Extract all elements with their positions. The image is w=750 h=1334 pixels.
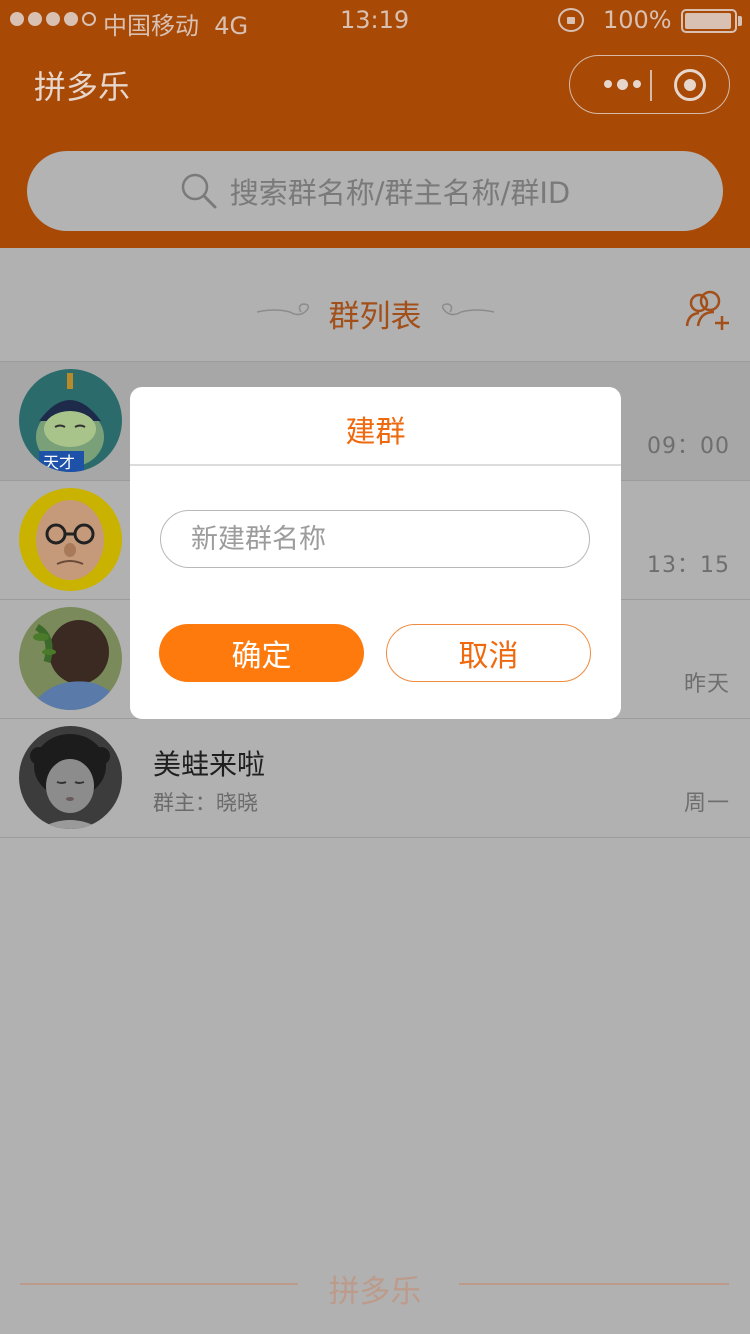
dialog-title: 建群 <box>345 415 406 450</box>
app-header: 中国移动 4G 13:19 100% 拼多乐 搜索群名称/群主名称/群ID <box>0 0 750 248</box>
group-time: 昨天 <box>683 672 730 697</box>
status-bar: 中国移动 4G 13:19 100% <box>0 0 750 40</box>
search-input[interactable]: 搜索群名称/群主名称/群ID <box>27 151 723 231</box>
list-item[interactable]: 美蛙来啦 群主：晓晓 周一 <box>0 719 750 838</box>
clock: 13:19 <box>340 6 410 34</box>
search-icon <box>181 173 217 209</box>
flourish-right-icon <box>441 303 495 316</box>
carrier-label: 中国移动 4G <box>103 12 249 40</box>
confirm-button[interactable]: 确定 <box>159 624 364 682</box>
footer-brand: 拼多乐 <box>328 1274 422 1310</box>
signal-strength-icon <box>10 12 96 26</box>
group-time: 周一 <box>683 791 730 816</box>
close-target-icon[interactable] <box>674 69 706 101</box>
add-group-icon[interactable] <box>684 288 732 332</box>
battery-percent: 100% <box>603 6 672 34</box>
avatar <box>19 726 122 829</box>
more-icon[interactable] <box>592 69 652 99</box>
avatar: 天才 <box>19 369 122 472</box>
footer-divider-right <box>459 1283 729 1285</box>
group-owner: 群主：晓晓 <box>153 791 258 815</box>
mini-program-capsule <box>569 55 730 114</box>
battery-icon <box>681 9 737 33</box>
dialog-divider <box>130 464 621 466</box>
group-name: 美蛙来啦 <box>153 748 266 781</box>
search-placeholder: 搜索群名称/群主名称/群ID <box>229 176 571 210</box>
avatar <box>19 488 122 591</box>
page-title: 拼多乐 <box>34 68 131 106</box>
rotation-lock-icon <box>558 8 584 32</box>
group-list-header: 群列表 <box>0 248 750 362</box>
capsule-divider <box>650 70 652 101</box>
avatar <box>19 607 122 710</box>
svg-text:天才: 天才 <box>43 453 75 472</box>
group-time: 09：00 <box>647 434 730 459</box>
cancel-button[interactable]: 取消 <box>386 624 591 682</box>
group-time: 13：15 <box>647 553 730 578</box>
group-name-input[interactable] <box>160 510 590 568</box>
section-title: 群列表 <box>328 299 422 335</box>
create-group-dialog: 建群 确定 取消 <box>130 387 621 719</box>
footer: 拼多乐 <box>0 1264 750 1310</box>
